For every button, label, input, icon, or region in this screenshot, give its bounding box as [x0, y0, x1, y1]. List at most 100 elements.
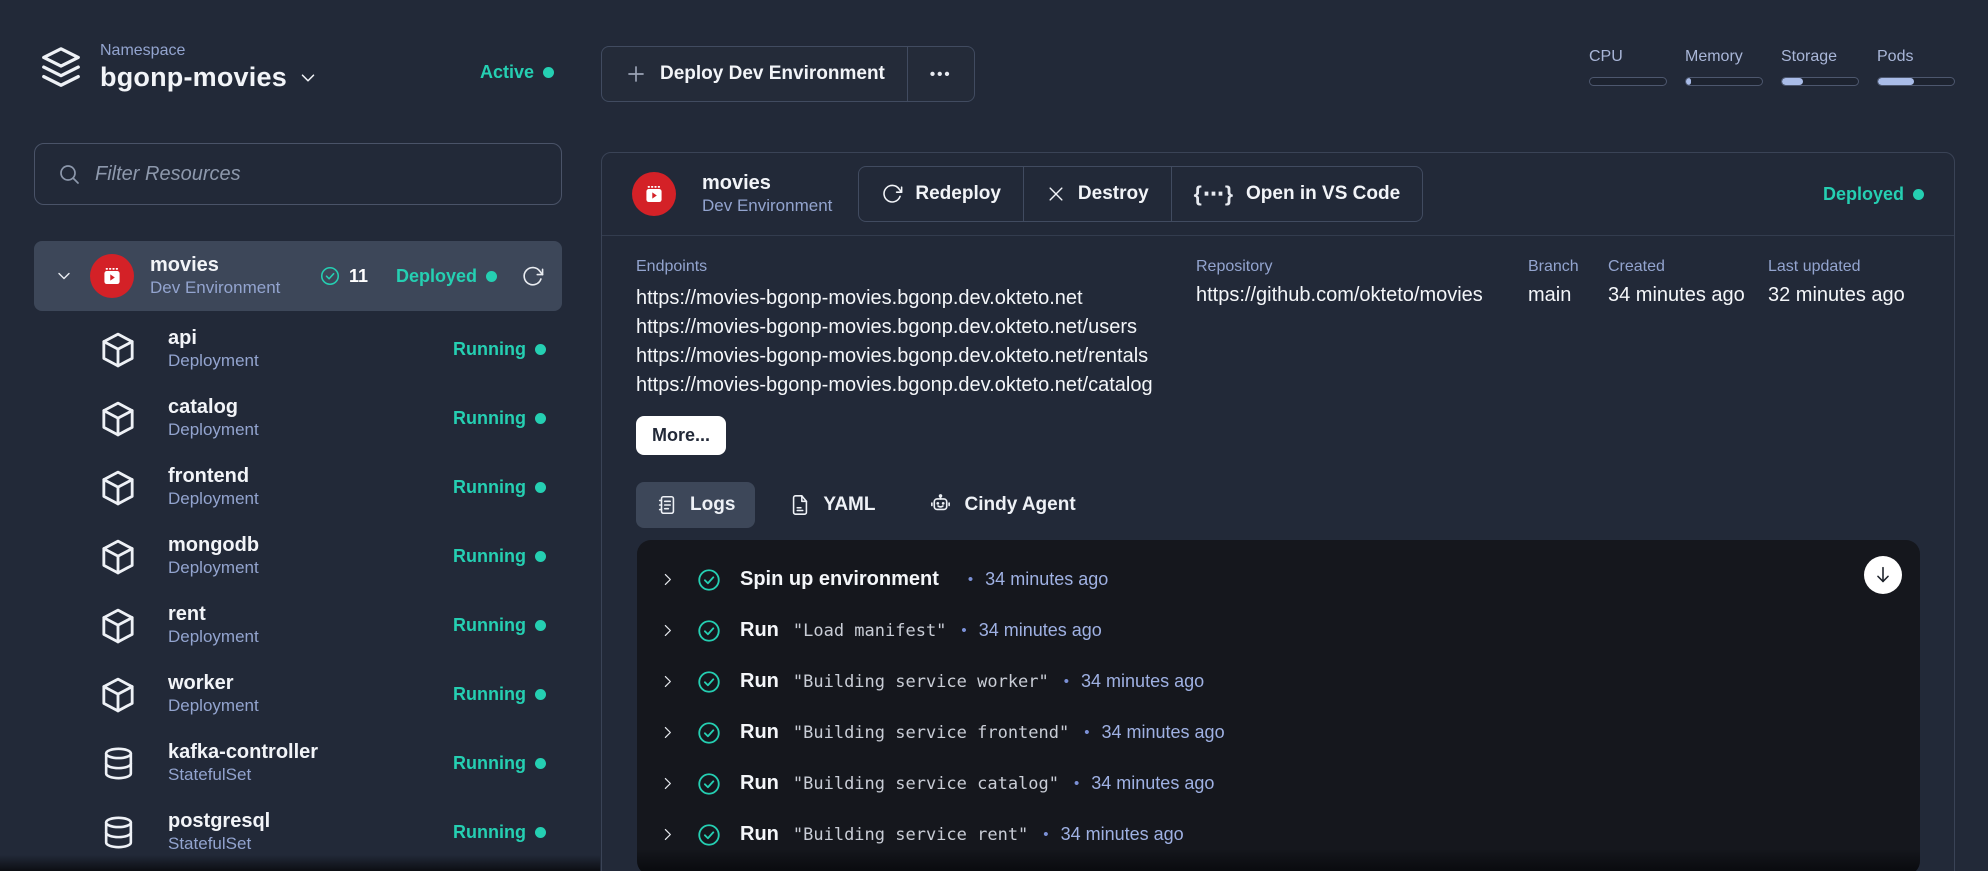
detail-tabs: Logs YAML Cindy Agent [636, 481, 1954, 528]
namespace-block: Namespace bgonp-movies [38, 42, 319, 93]
namespace-label: Namespace [100, 42, 319, 60]
metric-pods: Pods [1877, 48, 1955, 86]
environment-status-badge: Deployed [396, 266, 497, 287]
environment-actions: Redeploy Destroy {⋯} Open in VS Code [858, 166, 1423, 222]
check-circle-icon [696, 618, 722, 644]
more-endpoints-button[interactable]: More... [636, 416, 726, 455]
deployed-status-badge: Deployed [1823, 184, 1924, 205]
sidebar-item-mongodb[interactable]: mongodb Deployment Running [34, 522, 562, 591]
resource-list: api Deployment Running catalog Deploymen… [34, 315, 562, 867]
sidebar-item-kafka-controller[interactable]: kafka-controller StatefulSet Running [34, 729, 562, 798]
open-in-vscode-button[interactable]: {⋯} Open in VS Code [1171, 167, 1422, 221]
chevron-right-icon[interactable] [659, 826, 676, 843]
log-entry: Run "Building service frontend" • 34 min… [637, 707, 1920, 758]
bullet-icon: • [1064, 673, 1069, 690]
storage-progress-bar [1781, 77, 1859, 86]
status-dot [543, 67, 554, 78]
chevron-right-icon[interactable] [659, 571, 676, 588]
status-badge: Running [453, 477, 546, 498]
sidebar-item-catalog[interactable]: catalog Deployment Running [34, 384, 562, 453]
sidebar-item-api[interactable]: api Deployment Running [34, 315, 562, 384]
destroy-button[interactable]: Destroy [1023, 167, 1171, 221]
deploy-dev-environment-button[interactable]: Deploy Dev Environment [602, 47, 907, 101]
endpoint-link[interactable]: https://movies-bgonp-movies.bgonp.dev.ok… [636, 313, 1196, 342]
bullet-icon: • [968, 571, 973, 588]
namespace-name: bgonp-movies [100, 62, 287, 93]
cube-icon [98, 468, 138, 508]
chevron-right-icon[interactable] [659, 775, 676, 792]
check-circle-icon [696, 567, 722, 593]
log-entry: Run "Load manifest" • 34 minutes ago [637, 605, 1920, 656]
panel-title: movies [702, 172, 832, 195]
panel-subtitle: Dev Environment [702, 195, 832, 216]
tab-yaml[interactable]: YAML [769, 482, 895, 528]
metric-cpu: CPU [1589, 48, 1667, 86]
status-badge: Running [453, 615, 546, 636]
chevron-right-icon[interactable] [659, 622, 676, 639]
more-actions-button[interactable]: ••• [907, 47, 974, 101]
metric-memory: Memory [1685, 48, 1763, 86]
last-updated-section: Last updated 32 minutes ago [1768, 258, 1905, 455]
endpoint-link[interactable]: https://movies-bgonp-movies.bgonp.dev.ok… [636, 284, 1196, 313]
environment-name: movies [150, 254, 319, 277]
refresh-icon [881, 183, 903, 205]
ellipsis-icon: ••• [930, 66, 952, 83]
bullet-icon: • [1084, 724, 1089, 741]
cube-icon [98, 675, 138, 715]
panel-header: movies Dev Environment Redeploy Destroy … [602, 153, 1954, 236]
deploy-button-group: Deploy Dev Environment ••• [601, 46, 975, 102]
movies-app-icon [90, 254, 134, 298]
environment-info: Endpoints https://movies-bgonp-movies.bg… [602, 236, 1954, 455]
scroll-to-bottom-button[interactable] [1864, 556, 1902, 594]
endpoints-section: Endpoints https://movies-bgonp-movies.bg… [636, 258, 1196, 455]
status-badge: Running [453, 339, 546, 360]
chevron-right-icon[interactable] [659, 673, 676, 690]
chevron-right-icon[interactable] [659, 724, 676, 741]
cube-icon [98, 537, 138, 577]
search-icon [57, 162, 81, 186]
status-badge: Running [453, 408, 546, 429]
redeploy-button[interactable]: Redeploy [859, 167, 1023, 221]
bullet-icon: • [1074, 775, 1079, 792]
repository-section: Repository https://github.com/okteto/mov… [1196, 258, 1528, 455]
log-entry: Spin up environment • 34 minutes ago [637, 554, 1920, 605]
robot-icon [929, 493, 952, 516]
ready-count-badge: 11 [319, 265, 368, 287]
database-icon [98, 814, 138, 851]
filter-resources-input[interactable] [95, 163, 539, 186]
status-badge: Running [453, 684, 546, 705]
repository-link[interactable]: https://github.com/okteto/movies [1196, 284, 1528, 307]
check-circle-icon [696, 771, 722, 797]
memory-progress-bar [1685, 77, 1763, 86]
chevron-down-icon[interactable] [54, 266, 74, 286]
log-entry: Run "Building service catalog" • 34 minu… [637, 758, 1920, 809]
bullet-icon: • [961, 622, 966, 639]
sidebar-item-frontend[interactable]: frontend Deployment Running [34, 453, 562, 522]
metric-storage: Storage [1781, 48, 1859, 86]
log-entry: Run "Building service rent" • 34 minutes… [637, 809, 1920, 860]
sidebar-item-movies-environment[interactable]: movies Dev Environment 11 Deployed [34, 241, 562, 311]
check-circle-icon [696, 822, 722, 848]
logs-console: Spin up environment • 34 minutes ago Run… [637, 540, 1920, 871]
logs-icon [656, 494, 678, 516]
plus-icon [624, 62, 648, 86]
tab-logs[interactable]: Logs [636, 482, 755, 528]
sidebar-item-worker[interactable]: worker Deployment Running [34, 660, 562, 729]
endpoint-link[interactable]: https://movies-bgonp-movies.bgonp.dev.ok… [636, 342, 1196, 371]
cpu-progress-bar [1589, 77, 1667, 86]
cube-icon [98, 606, 138, 646]
database-icon [98, 745, 138, 782]
code-braces-icon: {⋯} [1194, 182, 1234, 207]
sidebar-item-rent[interactable]: rent Deployment Running [34, 591, 562, 660]
endpoint-link[interactable]: https://movies-bgonp-movies.bgonp.dev.ok… [636, 371, 1196, 400]
environment-type: Dev Environment [150, 277, 319, 298]
refresh-icon[interactable] [521, 265, 544, 288]
check-circle-icon [696, 720, 722, 746]
pods-progress-bar [1877, 77, 1955, 86]
namespace-selector[interactable]: bgonp-movies [100, 62, 319, 93]
cube-icon [98, 399, 138, 439]
tab-cindy-agent[interactable]: Cindy Agent [909, 481, 1095, 528]
environment-detail-panel: movies Dev Environment Redeploy Destroy … [601, 152, 1955, 871]
sidebar-scroll-fade [0, 855, 600, 871]
resource-metrics: CPU Memory Storage Pods [1589, 48, 1955, 86]
